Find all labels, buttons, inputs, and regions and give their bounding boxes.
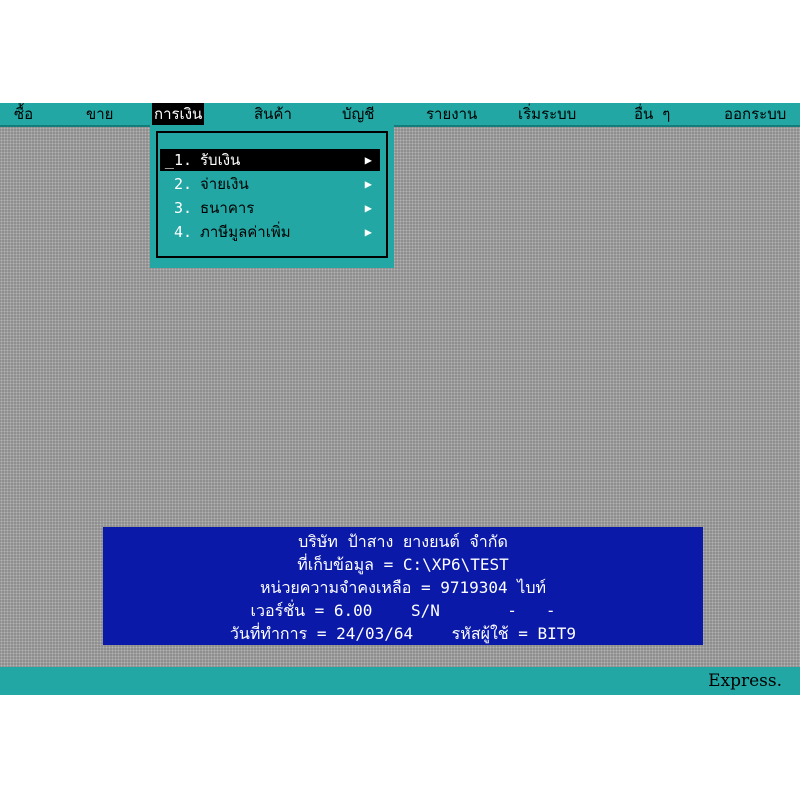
system-info-panel: บริษัท ป้าสาง ยางยนต์ จำกัด ที่เก็บข้อมู… xyxy=(103,527,703,645)
dropdown-item-receive[interactable]: _1. รับเงิน ▶ xyxy=(160,149,380,171)
version-serial: เวอร์ชั่น = 6.00 S/N - - xyxy=(250,601,556,620)
menu-purchase[interactable]: ซื้อ xyxy=(12,103,35,125)
menu-bar: ซื้อ ขาย การเงิน สินค้า บัญชี รายงาน เริ… xyxy=(0,103,800,127)
menu-accounting[interactable]: บัญชี xyxy=(340,103,376,125)
work-date-user: วันที่ทำการ = 24/03/64 รหัสผู้ใช้ = BIT9 xyxy=(229,624,577,643)
menu-sales[interactable]: ขาย xyxy=(84,103,115,125)
menu-others[interactable]: อื่น ๆ xyxy=(632,103,672,125)
finance-dropdown-menu: _1. รับเงิน ▶ 2. จ่ายเงิน ▶ 3. ธนาคาร ▶ 4. ภ… xyxy=(150,125,394,268)
dos-screen: ซื้อ ขาย การเงิน สินค้า บัญชี รายงาน เริ… xyxy=(0,103,800,695)
submenu-arrow-icon: ▶ xyxy=(364,153,372,167)
menu-exit[interactable]: ออกระบบ xyxy=(722,103,788,125)
item-number: 3. xyxy=(173,199,192,217)
company-name: บริษัท ป้าสาง ยางยนต์ จำกัด xyxy=(298,532,508,551)
submenu-arrow-icon: ▶ xyxy=(364,225,372,239)
item-label: จ่ายเงิน xyxy=(200,175,249,193)
menu-reports[interactable]: รายงาน xyxy=(424,103,479,125)
menu-setup[interactable]: เริ่มระบบ xyxy=(516,103,578,125)
item-label: ธนาคาร xyxy=(200,199,255,217)
item-label: รับเงิน xyxy=(200,151,241,169)
submenu-arrow-icon: ▶ xyxy=(364,177,372,191)
status-bar: Express. xyxy=(0,667,800,695)
free-memory: หน่วยความจำคงเหลือ = 9719304 ไบท์ xyxy=(259,578,547,597)
menu-inventory[interactable]: สินค้า xyxy=(252,103,294,125)
data-path: ที่เก็บข้อมูล = C:\XP6\TEST xyxy=(297,555,509,574)
item-number: 4. xyxy=(173,223,192,241)
dropdown-item-vat[interactable]: 4. ภาษีมูลค่าเพิ่ม ▶ xyxy=(160,221,380,243)
item-label: ภาษีมูลค่าเพิ่ม xyxy=(200,223,291,241)
dropdown-item-pay[interactable]: 2. จ่ายเงิน ▶ xyxy=(160,173,380,195)
menu-finance[interactable]: การเงิน xyxy=(152,103,205,125)
item-number: 1. xyxy=(173,151,192,169)
item-number: 2. xyxy=(173,175,192,193)
text-cursor: _ xyxy=(164,151,174,169)
dropdown-item-bank[interactable]: 3. ธนาคาร ▶ xyxy=(160,197,380,219)
status-text: Express. xyxy=(708,671,782,691)
submenu-arrow-icon: ▶ xyxy=(364,201,372,215)
